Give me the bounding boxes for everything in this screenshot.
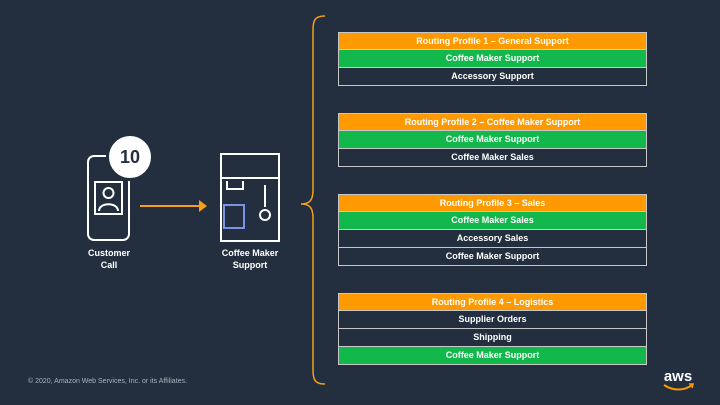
queue-row: Coffee Maker Sales [338,149,647,167]
arrow-head-icon [199,200,207,212]
queue-row: Coffee Maker Support [338,248,647,266]
queue-row: Coffee Maker Support [338,50,647,68]
routing-profile-title: Routing Profile 3 – Sales [338,194,647,212]
queue-row: Shipping [338,329,647,347]
queue-label: Coffee Maker Support [221,248,279,270]
copyright-text: © 2020, Amazon Web Services, Inc. or its… [28,378,187,385]
queue-row: Supplier Orders [338,311,647,329]
routing-profile-3: Routing Profile 3 – Sales Coffee Maker S… [338,194,647,266]
user-icon [94,181,123,215]
customer-call-label: Customer Call [87,248,130,270]
queue-row: Coffee Maker Support [338,131,647,149]
flow-arrow [140,205,202,207]
brace-icon [300,15,326,385]
svg-text:aws: aws [664,368,692,385]
queue-row: Coffee Maker Support [338,347,647,365]
queue-row: Accessory Support [338,68,647,86]
routing-profile-1: Routing Profile 1 – General Support Coff… [338,32,647,86]
routing-profile-4: Routing Profile 4 – Logistics Supplier O… [338,293,647,365]
call-count-badge: 10 [106,133,154,181]
routing-profile-title: Routing Profile 4 – Logistics [338,293,647,311]
queue-row: Accessory Sales [338,230,647,248]
routing-profile-2: Routing Profile 2 – Coffee Maker Support… [338,113,647,167]
aws-logo: aws [663,368,695,391]
routing-profile-title: Routing Profile 2 – Coffee Maker Support [338,113,647,131]
routing-profile-title: Routing Profile 1 – General Support [338,32,647,50]
queue-row: Coffee Maker Sales [338,212,647,230]
